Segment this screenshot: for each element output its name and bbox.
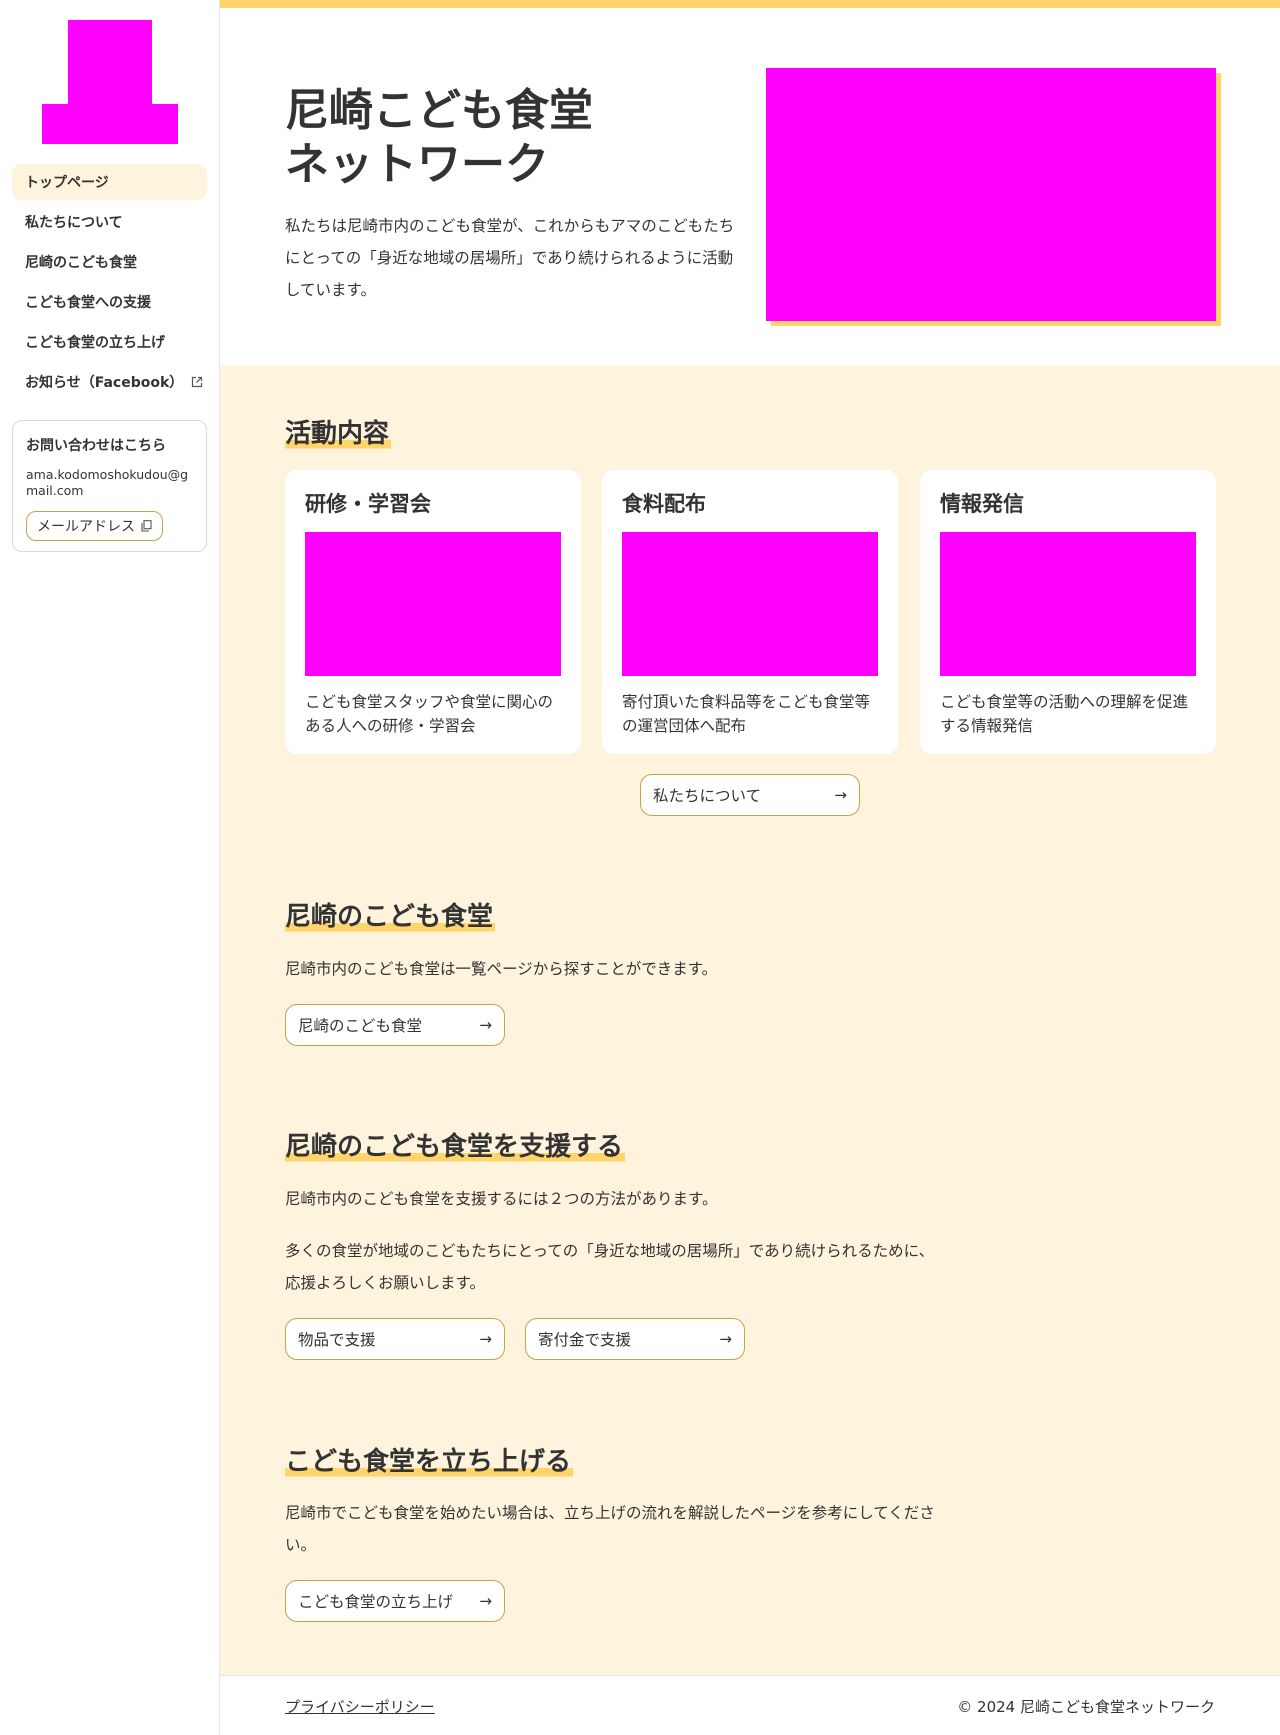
card-image — [305, 532, 561, 676]
copy-icon — [141, 520, 152, 532]
contact-title: お問い合わせはこちら — [26, 438, 166, 454]
privacy-policy-link[interactable]: プライバシーポリシー — [285, 1696, 435, 1717]
button-label: 尼崎のこども食堂 — [298, 1017, 423, 1035]
activities-title: 活動内容 — [285, 417, 392, 451]
launch-title: こども食堂を立ち上げる — [285, 1445, 574, 1479]
button-label: こども食堂の立ち上げ — [298, 1593, 454, 1611]
card-title: 研修・学習会 — [305, 492, 431, 516]
sidebar-item-label: こども食堂への支援 — [25, 295, 151, 311]
sidebar-item-news-facebook[interactable]: お知らせ（Facebook） — [12, 364, 207, 400]
sidebar-item-top[interactable]: トップページ — [12, 164, 207, 200]
content-area: 活動内容 研修・学習会 こども食堂スタッフや食堂に関心のある人への研修・学習会 … — [220, 365, 1280, 1675]
sidebar-nav: トップページ 私たちについて 尼崎のこども食堂 こども食堂への支援 こども食堂の… — [12, 164, 207, 404]
arrow-right-icon: → — [719, 1329, 732, 1348]
support-title: 尼崎のこども食堂を支援する — [285, 1130, 626, 1164]
hero-title: 尼崎こども食堂 ネットワーク — [285, 85, 593, 190]
support-donation-button[interactable]: 寄付金で支援 → — [525, 1318, 745, 1360]
card-title: 食料配布 — [622, 492, 706, 516]
sidebar: トップページ 私たちについて 尼崎のこども食堂 こども食堂への支援 こども食堂の… — [0, 0, 220, 1735]
arrow-right-icon: → — [479, 1329, 492, 1348]
sidebar-item-local-cafeterias[interactable]: 尼崎のこども食堂 — [12, 244, 207, 280]
logo-lower-block — [42, 104, 178, 144]
sidebar-item-support[interactable]: こども食堂への支援 — [12, 284, 207, 320]
card-description: こども食堂スタッフや食堂に関心のある人への研修・学習会 — [305, 693, 554, 735]
launch-text: 尼崎市でこども食堂を始めたい場合は、立ち上げの流れを解説したページを参考にしてく… — [285, 1504, 935, 1554]
logo-upper-block — [68, 20, 152, 106]
local-cafeterias-button[interactable]: 尼崎のこども食堂 → — [285, 1004, 505, 1046]
arrow-right-icon: → — [479, 1015, 492, 1034]
local-cafeterias-text: 尼崎市内のこども食堂は一覧ページから探すことができます。 — [285, 960, 718, 978]
sidebar-item-label: 私たちについて — [25, 215, 123, 231]
activity-card-food-distribution: 食料配布 寄付頂いた食料品等をこども食堂等の運営団体へ配布 — [602, 470, 898, 754]
external-link-icon — [191, 376, 203, 388]
support-text-2: 多くの食堂が地域のこどもたちにとっての「身近な地域の居場所」であり続けられるため… — [285, 1242, 935, 1292]
button-label: 寄付金で支援 — [538, 1331, 632, 1349]
about-us-button[interactable]: 私たちについて → — [640, 774, 860, 816]
button-label: 私たちについて — [653, 787, 762, 805]
hero-section: 尼崎こども食堂 ネットワーク 私たちは尼崎市内のこども食堂が、これからもアマのこ… — [220, 8, 1280, 365]
support-text-1: 尼崎市内のこども食堂を支援するには２つの方法があります。 — [285, 1190, 718, 1208]
contact-email: ama.kodomoshokudou@gmail.com — [26, 467, 189, 498]
sidebar-item-label: お知らせ（Facebook） — [25, 375, 184, 391]
arrow-right-icon: → — [834, 785, 847, 804]
copyright: © 2024 尼崎こども食堂ネットワーク — [957, 1698, 1215, 1716]
activity-card-training: 研修・学習会 こども食堂スタッフや食堂に関心のある人への研修・学習会 — [285, 470, 581, 754]
support-goods-button[interactable]: 物品で支援 → — [285, 1318, 505, 1360]
arrow-right-icon: → — [479, 1591, 492, 1610]
activity-card-information: 情報発信 こども食堂等の活動への理解を促進する情報発信 — [920, 470, 1216, 754]
card-title: 情報発信 — [940, 492, 1024, 516]
card-image — [622, 532, 878, 676]
contact-box: お問い合わせはこちら ama.kodomoshokudou@gmail.com … — [12, 420, 207, 552]
footer: プライバシーポリシー © 2024 尼崎こども食堂ネットワーク — [220, 1675, 1280, 1735]
hero-image — [766, 68, 1216, 321]
sidebar-item-label: トップページ — [25, 175, 109, 191]
launch-button[interactable]: こども食堂の立ち上げ → — [285, 1580, 505, 1622]
card-description: 寄付頂いた食料品等をこども食堂等の運営団体へ配布 — [622, 693, 871, 735]
sidebar-item-launch[interactable]: こども食堂の立ち上げ — [12, 324, 207, 360]
sidebar-item-label: 尼崎のこども食堂 — [25, 255, 137, 271]
card-image — [940, 532, 1196, 676]
card-description: こども食堂等の活動への理解を促進する情報発信 — [940, 693, 1189, 735]
sidebar-item-label: こども食堂の立ち上げ — [25, 335, 165, 351]
button-label: 物品で支援 — [298, 1331, 376, 1349]
top-accent-bar — [220, 0, 1280, 8]
hero-description: 私たちは尼崎市内のこども食堂が、これからもアマのこどもたちにとっての「身近な地域… — [285, 217, 735, 299]
local-cafeterias-title: 尼崎のこども食堂 — [285, 900, 496, 934]
main-content: 尼崎こども食堂 ネットワーク 私たちは尼崎市内のこども食堂が、これからもアマのこ… — [220, 0, 1280, 1735]
copy-email-button[interactable]: メールアドレス — [26, 511, 163, 541]
copy-email-label: メールアドレス — [37, 519, 135, 535]
site-logo[interactable] — [42, 20, 178, 144]
sidebar-item-about[interactable]: 私たちについて — [12, 204, 207, 240]
